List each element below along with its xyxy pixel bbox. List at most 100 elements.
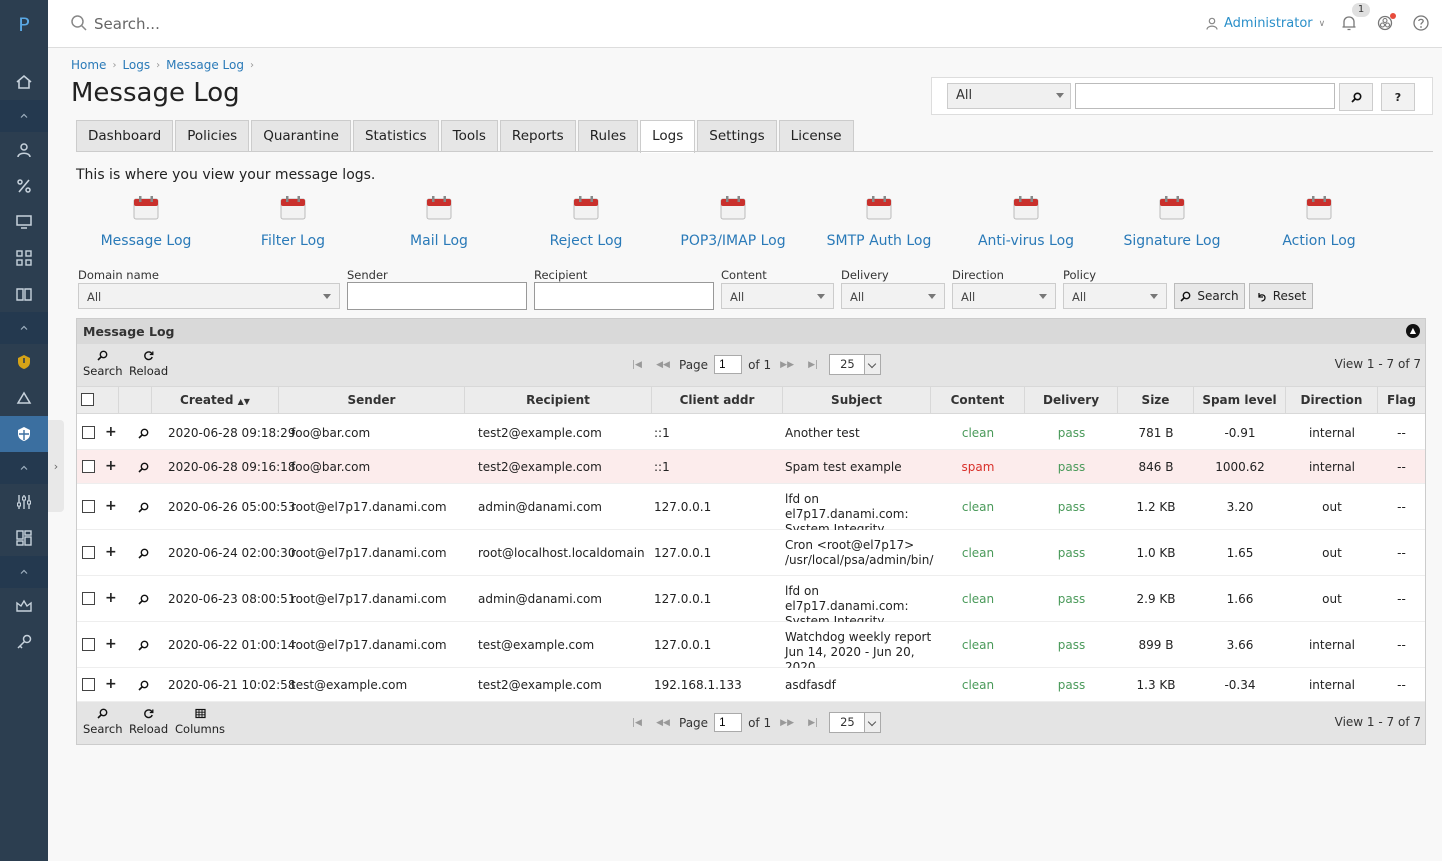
tab-rules[interactable]: Rules xyxy=(577,120,639,152)
row-checkbox[interactable] xyxy=(82,500,95,513)
table-row[interactable]: + 2020-06-28 09:16:18 foo@bar.com test2@… xyxy=(77,450,1425,484)
row-checkbox[interactable] xyxy=(82,678,95,691)
prev-page-icon[interactable]: ◀◀ xyxy=(653,718,673,728)
view-details-icon[interactable] xyxy=(138,680,149,691)
mail-alert-icon[interactable] xyxy=(0,380,48,416)
last-page-icon[interactable]: ▶| xyxy=(803,718,823,728)
sidebar-collapse-handle[interactable]: › xyxy=(48,420,64,512)
user-menu[interactable]: Administrator ∨ xyxy=(1206,16,1325,31)
log-link-message[interactable]: Message Log xyxy=(73,196,219,249)
table-row[interactable]: + 2020-06-21 10:02:58 test@example.com t… xyxy=(77,668,1425,702)
tab-dashboard[interactable]: Dashboard xyxy=(76,120,174,152)
column-created[interactable]: Created ▲▼ xyxy=(152,387,279,413)
apps-grid-icon[interactable] xyxy=(0,240,48,276)
next-page-icon[interactable]: ▶▶ xyxy=(777,360,797,370)
table-row[interactable]: + 2020-06-24 02:00:30 root@el7p17.danami… xyxy=(77,530,1425,576)
column-flag[interactable]: Flag xyxy=(1378,387,1425,413)
filter-search-button[interactable]: Search xyxy=(1174,283,1245,309)
expand-row-icon[interactable]: + xyxy=(105,676,117,692)
column-sender[interactable]: Sender xyxy=(279,387,465,413)
tab-quarantine[interactable]: Quarantine xyxy=(251,120,351,152)
shield-warning-icon[interactable] xyxy=(0,344,48,380)
view-details-icon[interactable] xyxy=(138,640,149,651)
last-page-icon[interactable]: ▶| xyxy=(803,360,823,370)
chevron-up-icon[interactable] xyxy=(0,556,48,588)
chevron-up-icon[interactable] xyxy=(0,452,48,484)
crown-icon[interactable] xyxy=(0,588,48,624)
log-link-pop3-imap[interactable]: POP3/IMAP Log xyxy=(660,196,806,249)
row-checkbox[interactable] xyxy=(82,460,95,473)
filter-reset-button[interactable]: Reset xyxy=(1249,283,1313,309)
tab-reports[interactable]: Reports xyxy=(499,120,576,152)
select-all-checkbox[interactable] xyxy=(81,393,94,406)
column-delivery[interactable]: Delivery xyxy=(1025,387,1118,413)
global-search-input[interactable] xyxy=(94,13,494,35)
policy-filter-select[interactable]: All xyxy=(1063,283,1167,309)
table-row[interactable]: + 2020-06-22 01:00:14 root@el7p17.danami… xyxy=(77,622,1425,674)
grid-reload-button[interactable]: Reload xyxy=(129,350,168,378)
chevron-up-icon[interactable] xyxy=(0,312,48,344)
log-link-mail[interactable]: Mail Log xyxy=(366,196,512,249)
delivery-filter-select[interactable]: All xyxy=(841,283,945,309)
column-subject[interactable]: Subject xyxy=(783,387,931,413)
log-link-action[interactable]: Action Log xyxy=(1246,196,1392,249)
tab-license[interactable]: License xyxy=(778,120,854,152)
tab-statistics[interactable]: Statistics xyxy=(352,120,439,152)
next-page-icon[interactable]: ▶▶ xyxy=(777,718,797,728)
direction-filter-select[interactable]: All xyxy=(952,283,1056,309)
domain-filter-select[interactable]: All xyxy=(78,283,340,309)
view-details-icon[interactable] xyxy=(138,462,149,473)
recipient-filter-input[interactable] xyxy=(534,282,714,310)
column-recipient[interactable]: Recipient xyxy=(465,387,652,413)
quick-search-input[interactable] xyxy=(1075,83,1335,109)
expand-row-icon[interactable]: + xyxy=(105,424,117,440)
expand-row-icon[interactable]: + xyxy=(105,498,117,514)
column-direction[interactable]: Direction xyxy=(1286,387,1378,413)
view-details-icon[interactable] xyxy=(138,548,149,559)
row-checkbox[interactable] xyxy=(82,638,95,651)
view-details-icon[interactable] xyxy=(138,594,149,605)
monitor-icon[interactable] xyxy=(0,204,48,240)
expand-row-icon[interactable]: + xyxy=(105,636,117,652)
page-number-input[interactable] xyxy=(714,355,743,374)
page-size-select[interactable]: 25 xyxy=(829,354,882,375)
log-link-smtp-auth[interactable]: SMTP Auth Log xyxy=(806,196,952,249)
column-content[interactable]: Content xyxy=(931,387,1025,413)
expand-row-icon[interactable]: + xyxy=(105,544,117,560)
first-page-icon[interactable]: |◀ xyxy=(627,718,647,728)
content-filter-select[interactable]: All xyxy=(721,283,834,309)
tab-policies[interactable]: Policies xyxy=(175,120,250,152)
log-link-filter[interactable]: Filter Log xyxy=(220,196,366,249)
first-page-icon[interactable]: |◀ xyxy=(627,360,647,370)
column-size[interactable]: Size xyxy=(1118,387,1194,413)
grid-search-button-bottom[interactable]: Search xyxy=(83,708,123,736)
log-link-antivirus[interactable]: Anti-virus Log xyxy=(953,196,1099,249)
breadcrumb-home[interactable]: Home xyxy=(71,58,106,72)
quick-search-scope-select[interactable]: All xyxy=(947,83,1071,109)
table-row[interactable]: + 2020-06-26 05:00:53 root@el7p17.danami… xyxy=(77,484,1425,551)
column-client-addr[interactable]: Client addr xyxy=(652,387,783,413)
column-spam-level[interactable]: Spam level xyxy=(1194,387,1286,413)
prev-page-icon[interactable]: ◀◀ xyxy=(653,360,673,370)
tab-logs[interactable]: Logs xyxy=(640,120,696,153)
quick-search-help-button[interactable]: ? xyxy=(1381,83,1415,111)
tab-settings[interactable]: Settings xyxy=(697,120,777,152)
quick-search-button[interactable] xyxy=(1339,83,1373,111)
row-checkbox[interactable] xyxy=(82,592,95,605)
sender-filter-input[interactable] xyxy=(347,282,527,310)
help-icon[interactable] xyxy=(1412,14,1430,32)
table-row[interactable]: + 2020-06-28 09:18:29 foo@bar.com test2@… xyxy=(77,416,1425,450)
view-details-icon[interactable] xyxy=(138,428,149,439)
page-size-select[interactable]: 25 xyxy=(829,712,882,733)
app-logo[interactable]: P xyxy=(0,14,48,36)
page-number-input[interactable] xyxy=(714,713,743,732)
book-icon[interactable] xyxy=(0,276,48,312)
dashboard-icon[interactable] xyxy=(0,520,48,556)
key-icon[interactable] xyxy=(0,624,48,660)
collapse-grid-icon[interactable]: ▲ xyxy=(1406,324,1420,338)
expand-row-icon[interactable]: + xyxy=(105,458,117,474)
breadcrumb-logs[interactable]: Logs xyxy=(122,58,150,72)
breadcrumb-message-log[interactable]: Message Log xyxy=(166,58,244,72)
log-link-reject[interactable]: Reject Log xyxy=(513,196,659,249)
sliders-icon[interactable] xyxy=(0,484,48,520)
